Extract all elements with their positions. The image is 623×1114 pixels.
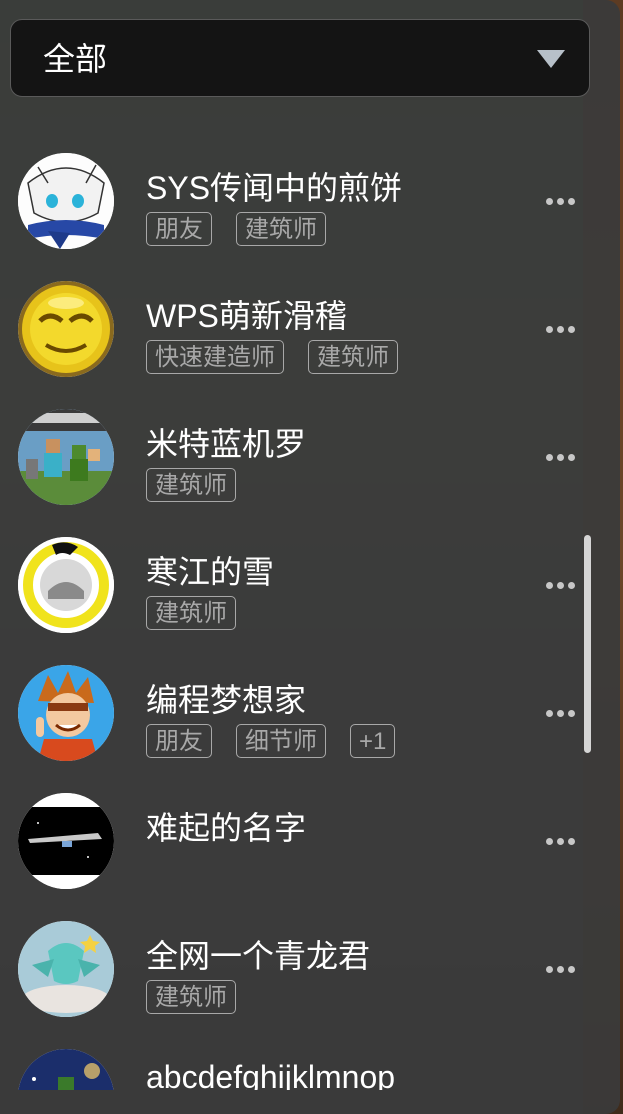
- tag-badge: 细节师: [236, 724, 326, 758]
- tag-badge: 建筑师: [146, 596, 236, 630]
- tag-badge: 建筑师: [236, 212, 326, 246]
- contact-item[interactable]: 编程梦想家 朋友 细节师 +1: [0, 647, 600, 775]
- caret-down-icon: [537, 50, 565, 68]
- avatar[interactable]: [18, 665, 114, 761]
- tag-list: 快速建造师 建筑师: [146, 340, 398, 376]
- avatar[interactable]: [18, 921, 114, 1017]
- scrollbar[interactable]: [584, 535, 591, 753]
- more-horizontal-icon[interactable]: [540, 317, 580, 341]
- avatar[interactable]: [18, 793, 114, 889]
- tag-list: 朋友 建筑师: [146, 212, 326, 248]
- more-horizontal-icon[interactable]: [540, 189, 580, 213]
- contact-list[interactable]: SYS传闻中的煎饼 朋友 建筑师 WPS萌新滑稽 快速建造师 建筑师 米特蓝机罗…: [0, 135, 600, 1090]
- avatar[interactable]: [18, 281, 114, 377]
- contact-name: WPS萌新滑稽: [146, 298, 347, 334]
- contact-name: 难起的名字: [146, 810, 307, 846]
- contact-item[interactable]: 米特蓝机罗 建筑师: [0, 391, 600, 519]
- filter-dropdown-value: 全部: [43, 41, 108, 77]
- avatar[interactable]: [18, 1049, 114, 1090]
- contact-name: 编程梦想家: [146, 682, 307, 718]
- filter-dropdown[interactable]: 全部: [10, 19, 590, 97]
- tag-list: 建筑师: [146, 980, 236, 1016]
- more-horizontal-icon[interactable]: [540, 573, 580, 597]
- tag-badge: 建筑师: [146, 468, 236, 502]
- contact-item[interactable]: 全网一个青龙君 建筑师: [0, 903, 600, 1031]
- avatar[interactable]: [18, 153, 114, 249]
- tag-badge: 建筑师: [308, 340, 398, 374]
- contacts-panel: 全部 SYS传闻中的煎饼 朋友 建筑师 WPS萌新滑稽 快速建造师 建筑师 米特…: [0, 0, 620, 1114]
- contact-item[interactable]: 寒江的雪 建筑师: [0, 519, 600, 647]
- tag-badge: 快速建造师: [146, 340, 284, 374]
- tag-badge: 建筑师: [146, 980, 236, 1014]
- contact-name: 全网一个青龙君: [146, 938, 371, 974]
- contact-item[interactable]: abcdefghijklmnop: [0, 1031, 600, 1090]
- contact-name: 寒江的雪: [146, 554, 275, 590]
- tag-list: 朋友 细节师 +1: [146, 724, 396, 760]
- more-horizontal-icon[interactable]: [540, 701, 580, 725]
- contact-name: 米特蓝机罗: [146, 426, 307, 462]
- contact-name: SYS传闻中的煎饼: [146, 170, 403, 206]
- more-horizontal-icon[interactable]: [540, 829, 580, 853]
- tag-badge: +1: [350, 724, 396, 758]
- avatar[interactable]: [18, 409, 114, 505]
- contact-item[interactable]: 难起的名字: [0, 775, 600, 903]
- contact-item[interactable]: WPS萌新滑稽 快速建造师 建筑师: [0, 263, 600, 391]
- contact-name: abcdefghijklmnop: [146, 1059, 396, 1090]
- tag-list: 建筑师: [146, 468, 236, 504]
- tag-badge: 朋友: [146, 724, 212, 758]
- contact-item[interactable]: SYS传闻中的煎饼 朋友 建筑师: [0, 135, 600, 263]
- more-horizontal-icon[interactable]: [540, 957, 580, 981]
- tag-list: 建筑师: [146, 596, 236, 632]
- avatar[interactable]: [18, 537, 114, 633]
- more-horizontal-icon[interactable]: [540, 445, 580, 469]
- tag-badge: 朋友: [146, 212, 212, 246]
